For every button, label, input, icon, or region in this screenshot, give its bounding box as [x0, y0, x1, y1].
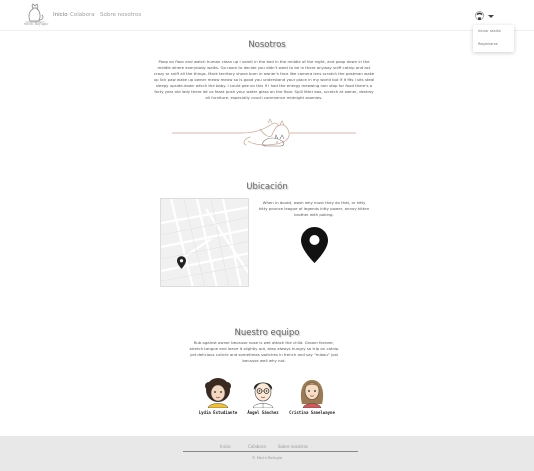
- about-title: Nosotros: [248, 40, 286, 50]
- team-member-card[interactable]: Cristina Sanelwayne: [287, 374, 337, 415]
- about-text: Poop on floor and watch human clean up i…: [153, 59, 375, 100]
- caret-down-icon: [488, 15, 494, 18]
- footer-link-colabora[interactable]: Colabora: [248, 444, 266, 449]
- logo-text: michi Refugio: [23, 22, 49, 26]
- team-title: Nuestro equipo: [234, 328, 300, 338]
- footer-link-inicio[interactable]: Inicio: [220, 444, 231, 449]
- location-title: Ubicación: [246, 182, 288, 192]
- sleeping-cat-line-icon: [172, 118, 356, 147]
- footer-copyright: © Michi Refugio: [251, 455, 283, 460]
- avatar-glasses-icon: [252, 382, 274, 408]
- avatar-long-hair-icon: [300, 380, 324, 408]
- user-avatar-icon: [475, 11, 484, 21]
- location-map[interactable]: [160, 198, 249, 287]
- footer-link-sobre-nosotros[interactable]: Sobre nosotros: [278, 444, 308, 449]
- footer: Inicio Colabora Sobre nosotros © Michi R…: [0, 436, 534, 471]
- nav-link-sobre-nosotros[interactable]: Sobre nosotros: [100, 12, 141, 18]
- team-member-name: Cristina Sanelwayne: [289, 410, 335, 415]
- team-member-name: Ángel Sánchez: [247, 410, 279, 415]
- dropdown-item-login[interactable]: Iniciar sesión: [478, 29, 501, 33]
- avatar-curly-hair-icon: [205, 378, 231, 408]
- map-marker-icon: [301, 227, 328, 263]
- nav-link-colabora[interactable]: Colabora: [70, 12, 95, 18]
- footer-divider: [183, 451, 358, 452]
- team-member-card[interactable]: Ángel Sánchez: [238, 374, 288, 415]
- team-text: Rub against owner because nose is wet at…: [189, 340, 339, 363]
- map-streets: [161, 199, 248, 286]
- location-text: When in doubt, wash why must they do tha…: [258, 200, 370, 217]
- user-menu-toggle[interactable]: [474, 10, 496, 24]
- nav-link-inicio[interactable]: Inicio: [53, 12, 68, 18]
- navbar: michi Refugio Inicio Colabora Sobre noso…: [0, 0, 534, 31]
- map-marker-icon: [177, 256, 186, 269]
- team-member-card[interactable]: Lydia Estudiante: [193, 374, 243, 415]
- team-member-name: Lydia Estudiante: [198, 410, 238, 415]
